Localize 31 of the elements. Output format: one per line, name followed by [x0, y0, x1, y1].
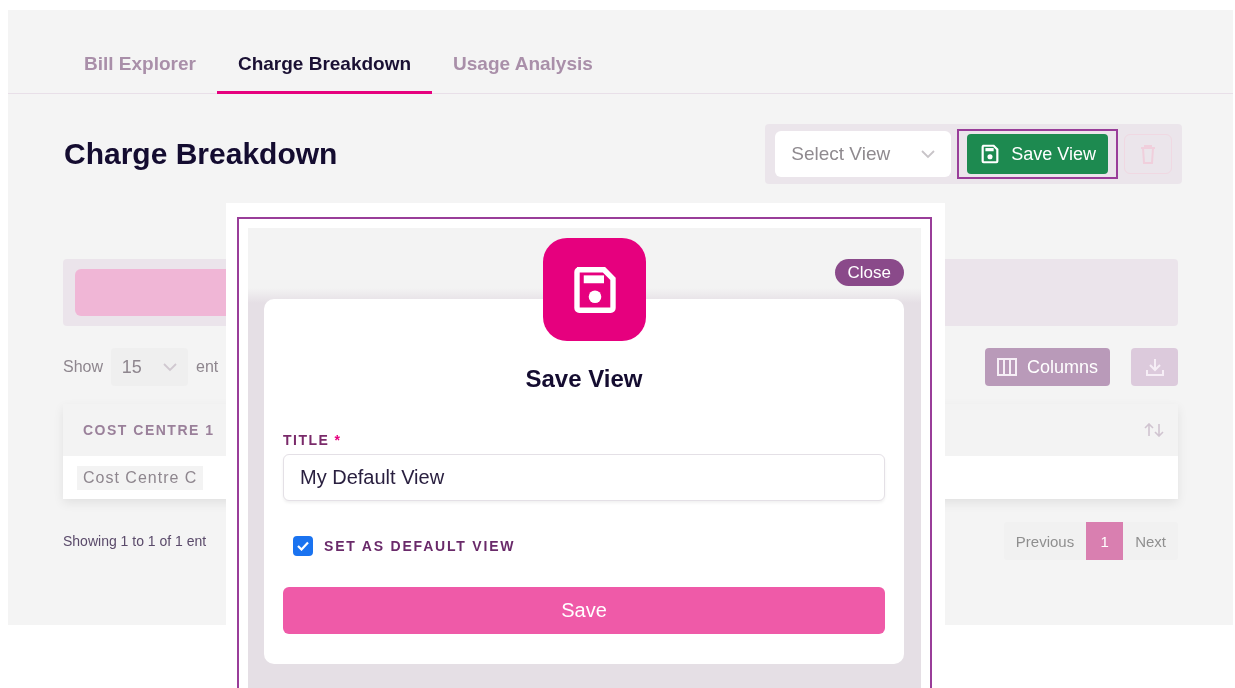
tab[interactable]: Usage Analysis: [432, 53, 614, 94]
required-mark: *: [334, 432, 342, 448]
columns-icon: [996, 358, 1017, 376]
entries-label: ent: [196, 358, 219, 376]
check-icon: [297, 541, 309, 551]
next-button[interactable]: Next: [1123, 522, 1178, 560]
download-button[interactable]: [1131, 348, 1178, 386]
columns-button[interactable]: Columns: [984, 348, 1110, 386]
tab[interactable]: Bill Explorer: [63, 53, 217, 94]
page-length-select[interactable]: 15: [111, 348, 189, 386]
save-button[interactable]: Save: [283, 587, 885, 634]
table-info: Showing 1 to 1 of 1 ent: [63, 533, 207, 549]
tab[interactable]: Charge Breakdown: [216, 53, 433, 94]
dialog-title: Save View: [524, 365, 644, 393]
sort-icon[interactable]: [1144, 423, 1164, 437]
close-button[interactable]: Close: [834, 259, 904, 286]
field-label: TITLE: [283, 432, 330, 448]
page-title: Charge Breakdown: [64, 137, 338, 171]
download-icon: [1144, 357, 1165, 377]
default-view-checkbox[interactable]: [293, 536, 313, 556]
chevron-down-icon: [921, 149, 936, 159]
save-view-button[interactable]: Save View: [967, 134, 1108, 174]
title-field[interactable]: My Default View: [283, 454, 885, 501]
page-button[interactable]: 1: [1086, 522, 1124, 560]
checkbox-label: SET AS DEFAULT VIEW: [324, 538, 516, 554]
table-cell: Cost Centre C: [77, 465, 204, 490]
show-label: Show: [63, 358, 104, 376]
previous-button[interactable]: Previous: [1003, 522, 1087, 560]
view-select[interactable]: Select View: [775, 131, 952, 177]
column-header: COST CENTRE 1: [83, 422, 215, 438]
chevron-down-icon: [163, 362, 178, 372]
